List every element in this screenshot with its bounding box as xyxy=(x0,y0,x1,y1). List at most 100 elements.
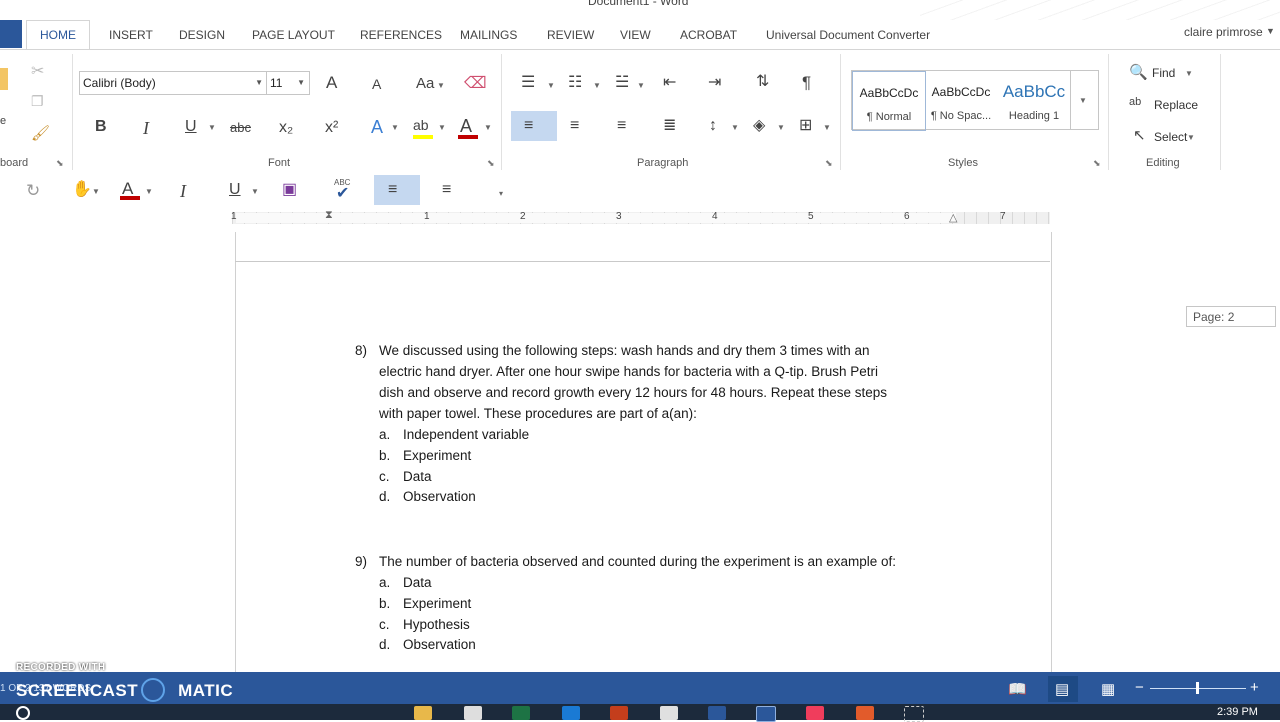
font-size-combo[interactable]: 11 ▼ xyxy=(266,71,310,95)
chevron-down-icon[interactable]: ▼ xyxy=(1266,26,1275,36)
chevron-down-icon[interactable]: ▼ xyxy=(437,81,445,90)
style-normal[interactable]: AaBbCcDc ¶ Normal xyxy=(852,71,926,131)
app-icon[interactable] xyxy=(660,706,678,720)
format-painter-icon[interactable]: 🖌 xyxy=(31,126,50,141)
outlook-icon[interactable] xyxy=(708,706,726,720)
chevron-down-icon[interactable]: ▼ xyxy=(1185,69,1193,78)
chevron-down-icon[interactable]: ▼ xyxy=(547,81,555,90)
font-launcher-icon[interactable]: ⬊ xyxy=(487,158,495,169)
sort-icon[interactable]: ⇅ xyxy=(756,74,769,90)
tab-review[interactable]: REVIEW xyxy=(547,28,594,42)
replace-button[interactable]: Replace xyxy=(1154,98,1198,112)
subscript-icon[interactable]: x₂ xyxy=(279,120,293,136)
superscript-icon[interactable]: x² xyxy=(325,120,338,136)
tab-insert[interactable]: INSERT xyxy=(109,28,153,42)
underline-icon[interactable]: U xyxy=(229,182,241,198)
user-account-name[interactable]: claire primrose xyxy=(1184,25,1263,39)
excel-icon[interactable] xyxy=(512,706,530,720)
edge-icon[interactable] xyxy=(562,706,580,720)
borders-icon[interactable]: ⊞ xyxy=(799,118,812,134)
document-page[interactable] xyxy=(235,232,1052,672)
find-button[interactable]: Find xyxy=(1152,66,1175,80)
chevron-down-icon[interactable]: ▼ xyxy=(208,123,216,132)
save-icon[interactable]: ▣ xyxy=(282,182,297,198)
file-explorer-icon[interactable] xyxy=(414,706,432,720)
align-left-icon[interactable]: ≡ xyxy=(524,118,533,134)
tab-home[interactable]: HOME xyxy=(26,20,90,50)
zoom-slider-thumb[interactable] xyxy=(1196,682,1199,694)
tab-mailings[interactable]: MAILINGS xyxy=(460,28,517,42)
spelling-check-icon[interactable]: ✔ xyxy=(336,186,349,202)
more-styles-icon[interactable]: ▼ xyxy=(1079,96,1087,105)
touch-mode-icon[interactable]: ✋ xyxy=(72,182,92,198)
chevron-down-icon[interactable]: ▼ xyxy=(438,123,446,132)
print-layout-icon[interactable]: ▤ xyxy=(1055,680,1069,698)
style-heading-1[interactable]: AaBbCc Heading 1 xyxy=(998,71,1070,129)
decrease-indent-icon[interactable]: ⇤ xyxy=(663,75,676,91)
right-indent-marker-icon[interactable]: △ xyxy=(949,213,957,224)
chevron-down-icon[interactable]: ▼ xyxy=(1187,133,1195,142)
font-name-combo[interactable]: Calibri (Body) ▼ xyxy=(79,71,268,95)
first-line-indent-marker-icon[interactable]: ⧗ xyxy=(325,210,333,221)
customize-toolbar-icon[interactable]: ▾ xyxy=(499,189,503,198)
numbering-icon[interactable]: ☷ xyxy=(568,75,582,91)
justify-icon[interactable]: ≣ xyxy=(663,118,676,134)
chevron-down-icon[interactable]: ▼ xyxy=(255,78,263,87)
align-center-icon[interactable]: ≡ xyxy=(570,118,579,134)
change-case-icon[interactable]: Aa xyxy=(416,76,434,91)
line-spacing-icon[interactable]: ↕ xyxy=(709,118,717,134)
copy-icon[interactable]: ❐ xyxy=(31,94,44,108)
align-left-icon[interactable]: ≡ xyxy=(388,182,397,198)
find-icon[interactable]: 🔍 xyxy=(1129,65,1148,80)
align-left-button[interactable] xyxy=(511,111,557,141)
grow-font-icon[interactable]: A xyxy=(326,74,337,91)
paragraph-launcher-icon[interactable]: ⬊ xyxy=(825,158,833,169)
replace-icon[interactable]: ab xyxy=(1129,97,1141,108)
chevron-down-icon[interactable]: ▼ xyxy=(637,81,645,90)
bold-icon[interactable]: B xyxy=(95,119,107,135)
chevron-down-icon[interactable]: ▼ xyxy=(593,81,601,90)
chevron-down-icon[interactable]: ▼ xyxy=(731,123,739,132)
redo-icon[interactable]: ↻ xyxy=(26,182,40,199)
tab-universal-document-converter[interactable]: Universal Document Converter xyxy=(766,28,930,42)
tab-view[interactable]: VIEW xyxy=(620,28,651,42)
store-icon[interactable] xyxy=(464,706,482,720)
chevron-down-icon[interactable]: ▼ xyxy=(777,123,785,132)
bullets-icon[interactable]: ☰ xyxy=(521,75,535,91)
shrink-font-icon[interactable]: A xyxy=(372,77,381,91)
increase-indent-icon[interactable]: ⇥ xyxy=(708,75,721,91)
search-icon[interactable] xyxy=(16,706,30,720)
chrome-icon[interactable] xyxy=(856,706,874,720)
tab-design[interactable]: DESIGN xyxy=(179,28,225,42)
select-button[interactable]: Select xyxy=(1154,130,1187,144)
chevron-down-icon[interactable]: ▼ xyxy=(92,187,100,196)
chevron-down-icon[interactable]: ▼ xyxy=(391,123,399,132)
style-no-spacing[interactable]: AaBbCcDc ¶ No Spac... xyxy=(925,71,997,129)
styles-launcher-icon[interactable]: ⬊ xyxy=(1093,158,1101,169)
tab-page-layout[interactable]: PAGE LAYOUT xyxy=(252,28,335,42)
app-icon[interactable] xyxy=(806,706,824,720)
underline-icon[interactable]: U xyxy=(185,119,197,135)
shading-icon[interactable]: ◈ xyxy=(753,118,765,134)
font-color-icon[interactable]: A xyxy=(460,117,472,135)
clear-formatting-icon[interactable]: ⌫ xyxy=(464,76,487,92)
text-effects-icon[interactable]: A xyxy=(371,118,383,136)
italic-icon[interactable]: I xyxy=(180,182,186,200)
strikethrough-icon[interactable]: abc xyxy=(230,121,251,134)
italic-icon[interactable]: I xyxy=(143,119,149,137)
clipboard-launcher-icon[interactable]: ⬊ xyxy=(56,158,64,169)
chevron-down-icon[interactable]: ▼ xyxy=(823,123,831,132)
tab-references[interactable]: REFERENCES xyxy=(360,28,442,42)
multilevel-list-icon[interactable]: ☱ xyxy=(615,75,629,91)
chevron-down-icon[interactable]: ▼ xyxy=(251,187,259,196)
zoom-in-button[interactable]: + xyxy=(1250,679,1259,696)
file-tab[interactable] xyxy=(0,20,22,48)
tab-acrobat[interactable]: ACROBAT xyxy=(680,28,737,42)
web-layout-icon[interactable]: ▦ xyxy=(1101,680,1115,698)
cut-icon[interactable]: ✂ xyxy=(31,64,44,80)
paste-icon[interactable] xyxy=(0,68,8,90)
align-center-icon[interactable]: ≡ xyxy=(442,182,451,198)
select-cursor-icon[interactable]: ↖ xyxy=(1133,128,1146,143)
zoom-out-button[interactable]: − xyxy=(1135,679,1144,696)
highlight-icon[interactable]: ab xyxy=(413,118,429,132)
